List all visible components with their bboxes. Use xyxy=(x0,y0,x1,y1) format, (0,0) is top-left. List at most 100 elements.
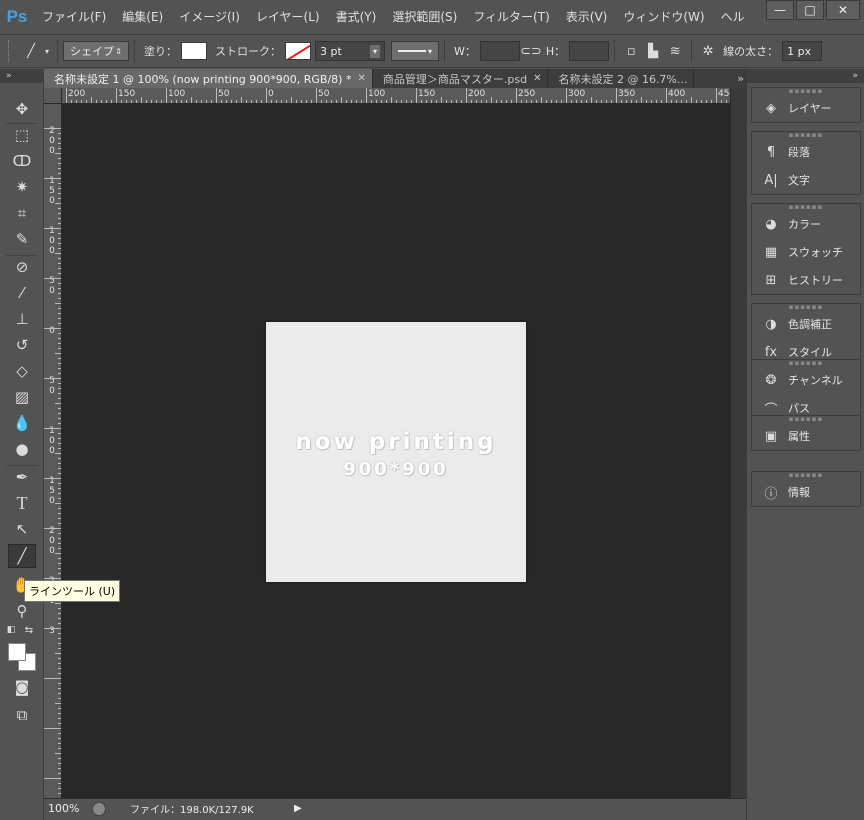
tab-document-2[interactable]: 名称未設定 2 @ 16.7%... xyxy=(548,69,695,88)
zoom-tool-icon[interactable]: ⚲ xyxy=(8,599,36,623)
panel-item-properties[interactable]: ▣ 属性 xyxy=(752,422,860,450)
panel-item-channels[interactable]: ❂ チャンネル xyxy=(752,366,860,394)
ruler-tick xyxy=(44,628,61,629)
brush-tool-icon[interactable]: ⁄ xyxy=(8,281,36,305)
path-operations-icon[interactable]: ▫ xyxy=(620,40,642,62)
panel-item-history[interactable]: ⊞ ヒストリー xyxy=(752,266,860,294)
maximize-button[interactable]: □ xyxy=(796,0,824,20)
ruler-tick xyxy=(58,523,61,524)
menu-layer[interactable]: レイヤー(L) xyxy=(248,0,328,34)
menu-image[interactable]: イメージ(I) xyxy=(171,0,248,34)
foreground-color-swatch[interactable] xyxy=(8,643,26,661)
tab-product-master[interactable]: 商品管理＞商品マスター.psd ✕ xyxy=(373,69,549,88)
ruler-tick xyxy=(58,538,61,539)
ruler-tick xyxy=(636,100,637,103)
link-icon[interactable]: ⊂⊃ xyxy=(520,40,542,62)
fill-swatch[interactable] xyxy=(181,42,207,60)
stamp-tool-icon[interactable]: ⊥ xyxy=(8,307,36,331)
panel-item-layers[interactable]: ◈ レイヤー xyxy=(752,94,860,122)
stroke-swatch[interactable] xyxy=(285,42,311,60)
move-tool-icon[interactable]: ✥ xyxy=(8,97,36,121)
swap-colors-icon[interactable]: ⇆ xyxy=(22,623,36,637)
options-grip[interactable] xyxy=(8,40,12,62)
healing-brush-tool-icon[interactable]: ⊘ xyxy=(8,255,36,279)
menu-edit[interactable]: 編集(E) xyxy=(114,0,171,34)
line-tool-preset-icon[interactable]: ╱ xyxy=(20,40,42,62)
height-field[interactable] xyxy=(569,41,610,61)
menu-filter[interactable]: フィルター(T) xyxy=(465,0,557,34)
menu-view[interactable]: 表示(V) xyxy=(558,0,616,34)
crop-tool-icon[interactable]: ⌗ xyxy=(8,201,36,225)
panel-item-character[interactable]: A| 文字 xyxy=(752,166,860,194)
status-menu-arrow-icon[interactable]: ▶ xyxy=(294,803,302,814)
quick-mask-icon[interactable]: ◙ xyxy=(8,675,36,699)
eraser-tool-icon[interactable]: ◇ xyxy=(8,359,36,383)
menu-help[interactable]: ヘル xyxy=(713,0,753,34)
ruler-tick xyxy=(55,603,61,604)
ruler-tick xyxy=(58,683,61,684)
close-button[interactable]: ✕ xyxy=(826,0,860,20)
canvas-area[interactable]: now printing 900*900 xyxy=(62,104,730,798)
screen-mode-icon[interactable]: ⧉ xyxy=(8,703,36,727)
weight-field[interactable]: 1 px xyxy=(782,41,823,61)
magic-wand-tool-icon[interactable]: ✷ xyxy=(8,175,36,199)
menu-type[interactable]: 書式(Y) xyxy=(328,0,385,34)
lasso-tool-icon[interactable]: ↀ xyxy=(8,149,36,173)
chevron-down-icon[interactable]: ▾ xyxy=(42,40,52,62)
vertical-ruler[interactable]: 2 0 01 5 01 0 05 005 01 0 01 5 02 0 02 5… xyxy=(44,104,62,798)
panel-item-color[interactable]: ◕ カラー xyxy=(752,210,860,238)
tools-panel-header[interactable]: » xyxy=(0,69,43,83)
horizontal-ruler[interactable]: 200 150 100 50 0 50 100 150 200 250 300 350 400 45 xyxy=(62,88,730,104)
panel-dock-header[interactable]: » xyxy=(747,69,864,83)
default-colors-icon[interactable]: ◧ xyxy=(4,623,18,637)
fill-label: 塗り： xyxy=(144,45,177,58)
ruler-tick xyxy=(58,148,61,149)
ruler-tick xyxy=(101,100,102,103)
type-tool-icon[interactable]: T xyxy=(8,491,36,515)
close-icon[interactable]: ✕ xyxy=(533,73,541,84)
panel-item-info[interactable]: ⓘ 情報 xyxy=(752,478,860,506)
vertical-scrollbar[interactable] xyxy=(730,88,746,798)
tab-label: 名称未設定 2 @ 16.7%... xyxy=(558,72,688,86)
stroke-width-field[interactable]: 3 pt ▾ xyxy=(315,41,385,61)
ruler-tick xyxy=(296,100,297,103)
history-brush-tool-icon[interactable]: ↺ xyxy=(8,333,36,357)
document-image[interactable]: now printing 900*900 xyxy=(266,322,526,582)
tab-overflow-icon[interactable]: » xyxy=(737,69,744,88)
path-arrangement-icon[interactable]: ≋ xyxy=(664,40,686,62)
tab-document-1[interactable]: 名称未設定 1 @ 100% (now printing 900*900, RG… xyxy=(44,69,373,88)
ruler-tick xyxy=(121,100,122,103)
eyedropper-tool-icon[interactable]: ✎ xyxy=(8,227,36,251)
tool-mode-select[interactable]: シェイプ ⇕ xyxy=(63,41,129,61)
line-tool-icon[interactable]: ╱ xyxy=(8,544,36,568)
menu-file[interactable]: ファイル(F) xyxy=(34,0,114,34)
stroke-width-value: 3 pt xyxy=(320,44,342,58)
menu-select[interactable]: 選択範囲(S) xyxy=(384,0,465,34)
properties-icon: ▣ xyxy=(764,428,778,444)
dodge-tool-icon[interactable]: ● xyxy=(8,437,36,461)
photoshop-logo[interactable]: Ps xyxy=(0,0,34,34)
ruler-tick xyxy=(291,97,292,103)
panel-item-swatches[interactable]: ▦ スウォッチ xyxy=(752,238,860,266)
blur-tool-icon[interactable]: 💧 xyxy=(8,411,36,435)
panel-item-adjustments[interactable]: ◑ 色調補正 xyxy=(752,310,860,338)
ruler-tick xyxy=(58,208,61,209)
gear-icon[interactable]: ✲ xyxy=(697,40,719,62)
width-field[interactable] xyxy=(479,41,520,61)
path-alignment-icon[interactable]: ▙ xyxy=(642,40,664,62)
zoom-level[interactable]: 100% xyxy=(44,802,92,815)
close-icon[interactable]: ✕ xyxy=(357,73,365,84)
ruler-tick xyxy=(58,773,61,774)
pen-tool-icon[interactable]: ✒ xyxy=(8,465,36,489)
status-info-icon[interactable] xyxy=(92,801,106,816)
stroke-type-select[interactable]: ▾ xyxy=(391,41,439,61)
menu-window[interactable]: ウィンドウ(W) xyxy=(615,0,712,34)
gradient-tool-icon[interactable]: ▨ xyxy=(8,385,36,409)
minimize-button[interactable]: — xyxy=(766,0,794,20)
panel-item-paragraph[interactable]: ¶ 段落 xyxy=(752,138,860,166)
ruler-origin[interactable] xyxy=(44,88,62,104)
ruler-tick xyxy=(58,408,61,409)
marquee-tool-icon[interactable]: ⬚ xyxy=(8,123,36,147)
panel-item-label: パス xyxy=(788,402,810,415)
path-selection-tool-icon[interactable]: ↖ xyxy=(8,517,36,541)
